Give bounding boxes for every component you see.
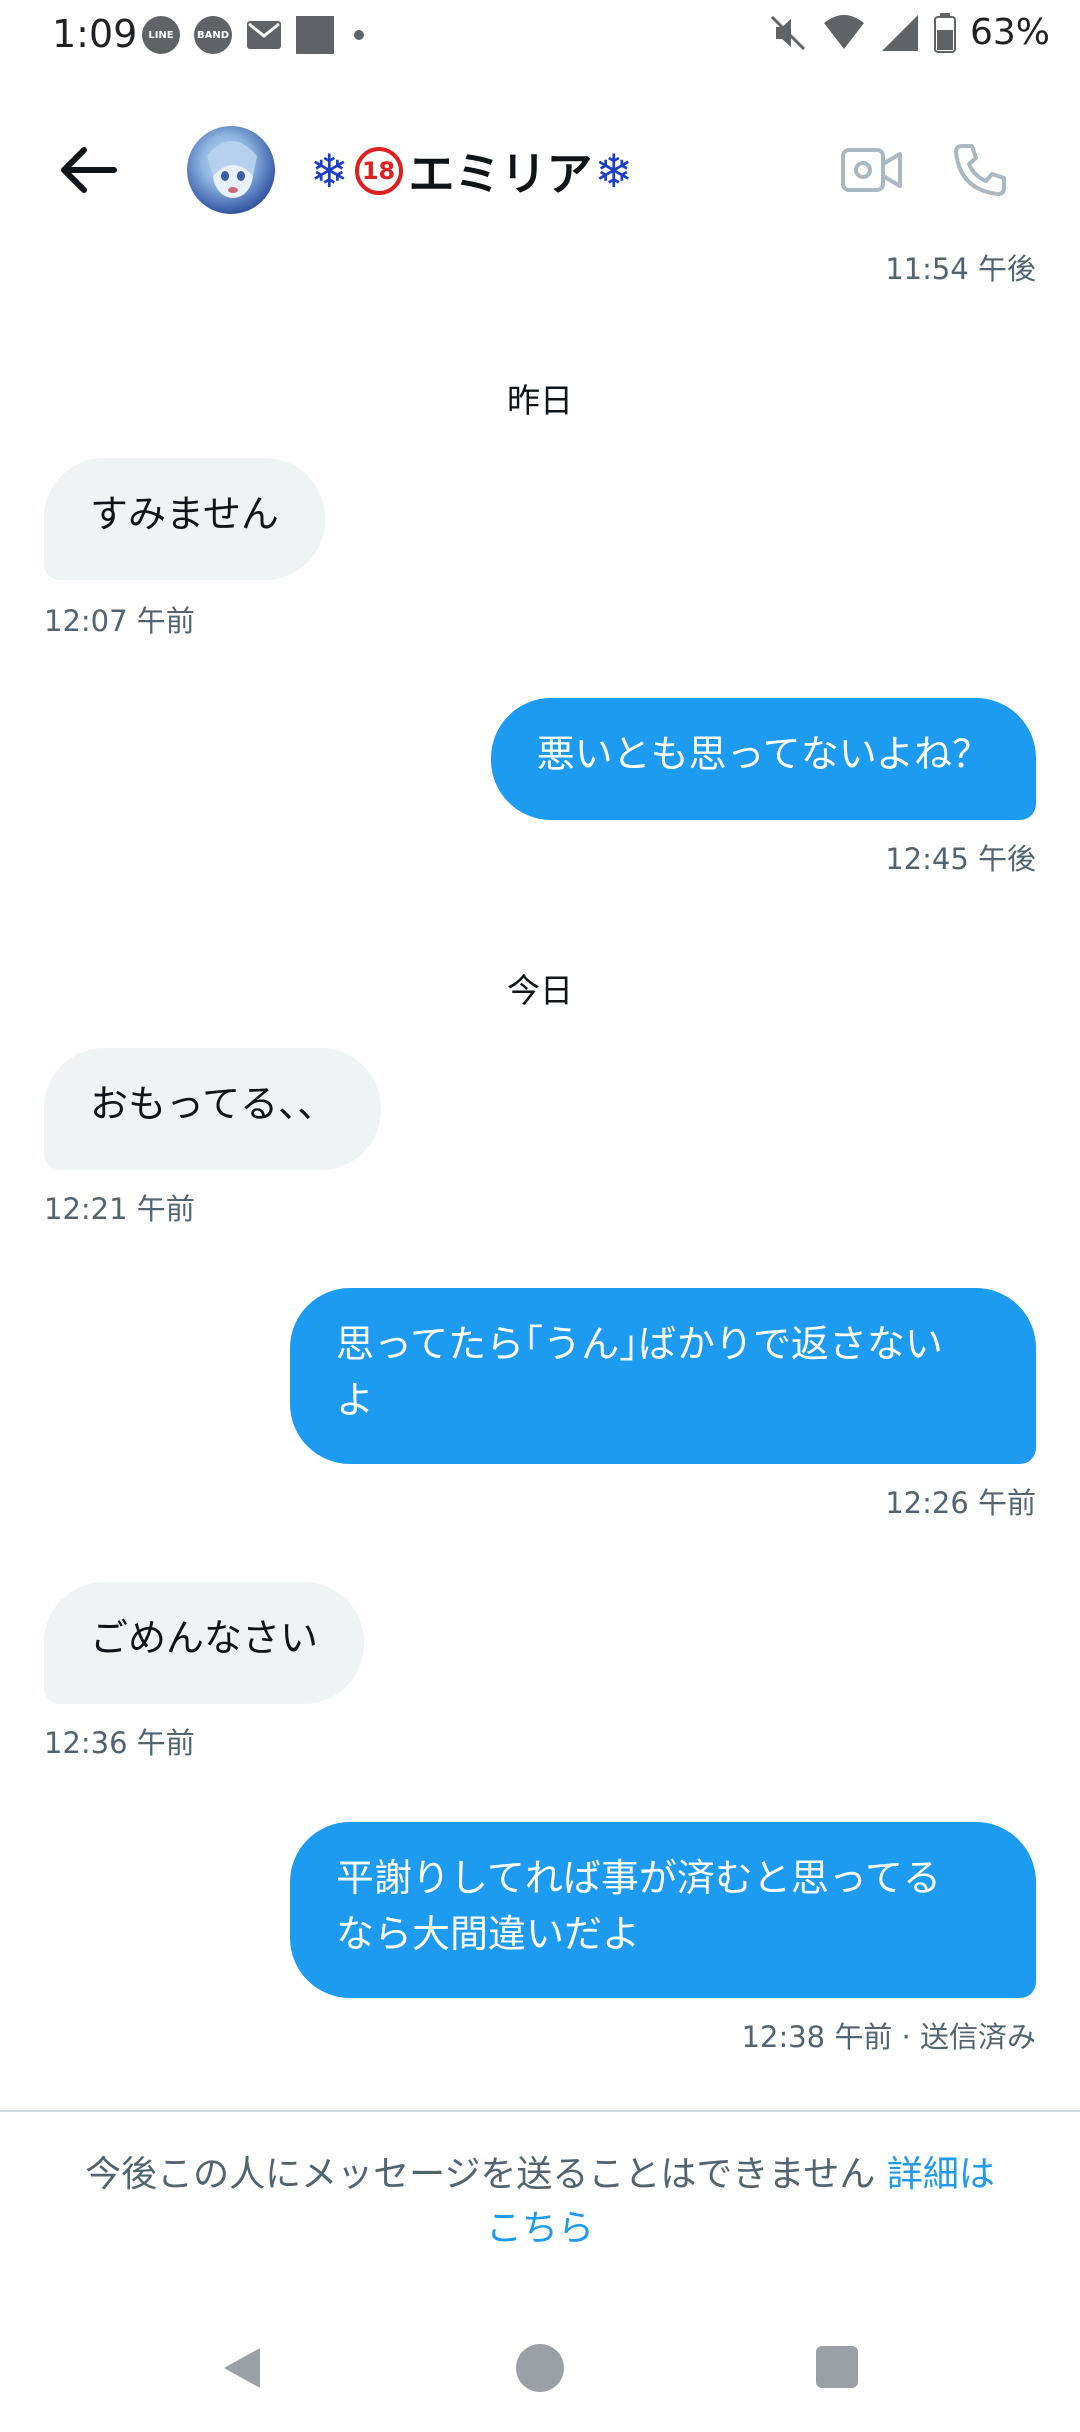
display-name: エミリア: [408, 147, 593, 201]
avatar-image: [207, 141, 257, 198]
day-separator: 今日: [507, 971, 573, 1010]
message-timestamp: 12:38 午前 · 送信済み: [741, 2020, 1036, 2054]
message-text-line: よ: [336, 1378, 375, 1422]
mute-icon: [770, 15, 806, 50]
video-call-icon[interactable]: [840, 142, 904, 198]
dm-conversation-screen: 1:09 LINE BAND 63% ❄ 18 エミリア ❄ 11:54 午後 …: [0, 0, 1080, 2432]
message-timestamp: 11:54 午後: [885, 252, 1036, 286]
message-timestamp: 12:45 午後: [885, 842, 1036, 876]
signal-icon: [881, 14, 918, 51]
notification-icons: LINE BAND: [142, 16, 364, 54]
incoming-message-bubble[interactable]: すみません: [44, 458, 325, 580]
avatar[interactable]: [187, 126, 275, 214]
message-text-line: 平謝りしてれば事が済むと思ってる: [336, 1856, 941, 1900]
system-nav-bar: [0, 2300, 1080, 2432]
status-time: 1:09: [52, 12, 138, 56]
incoming-message-bubble[interactable]: ごめんなさい: [44, 1582, 365, 1704]
incoming-message-bubble[interactable]: おもってる、、: [44, 1048, 382, 1170]
dot-icon: [354, 30, 364, 40]
band-app-icon: BAND: [194, 16, 232, 54]
wifi-icon: [823, 14, 864, 49]
day-separator: 昨日: [507, 381, 573, 420]
outgoing-message-bubble[interactable]: 悪いとも思ってないよね？: [490, 698, 1036, 820]
nav-home-icon[interactable]: [516, 2344, 564, 2392]
nav-back-icon[interactable]: [220, 2344, 264, 2392]
snowflake-icon: ❄: [594, 144, 634, 198]
message-timestamp: 12:36 午前: [44, 1726, 195, 1760]
message-text-line: なら大間違いだよ: [336, 1912, 641, 1956]
message-timestamp: 12:21 午前: [44, 1192, 195, 1226]
battery-icon: [933, 12, 956, 53]
outgoing-message-bubble[interactable]: 思ってたら｢うん｣ばかりで返さない よ: [290, 1288, 1036, 1464]
message-text: すみません: [90, 492, 279, 536]
phone-call-icon[interactable]: [950, 140, 1010, 200]
nav-recents-icon[interactable]: [816, 2346, 858, 2388]
notice-text: 今後この人にメッセージを送ることはできません: [85, 2154, 887, 2195]
line-app-icon: LINE: [142, 16, 180, 54]
message-text-line: 思ってたら｢うん｣ばかりで返さない: [336, 1322, 943, 1366]
mail-icon: [247, 21, 281, 49]
message-text: ごめんなさい: [90, 1616, 319, 1660]
status-bar: 1:09 LINE BAND 63%: [0, 0, 1080, 76]
age-18-badge: 18: [354, 147, 403, 195]
cannot-message-notice: 今後この人にメッセージを送ることはできません 詳細は こちら: [40, 2148, 1040, 2256]
outgoing-message-bubble[interactable]: 平謝りしてれば事が済むと思ってる なら大間違いだよ: [290, 1822, 1036, 1998]
message-text: おもってる、、: [90, 1082, 336, 1126]
conversation-header: ❄ 18 エミリア ❄: [0, 110, 1080, 230]
back-arrow-icon[interactable]: [54, 140, 124, 200]
battery-percent: 63%: [969, 12, 1050, 53]
message-timestamp: 12:26 午前: [885, 1486, 1036, 1520]
system-status-icons: 63%: [768, 12, 1050, 53]
divider: [0, 2110, 1080, 2112]
message-text: 悪いとも思ってないよね？: [536, 732, 990, 776]
snowflake-icon: ❄: [310, 144, 349, 198]
message-timestamp: 12:07 午前: [44, 604, 195, 638]
conversation-title[interactable]: ❄ 18 エミリア ❄: [310, 138, 633, 204]
image-icon: [296, 16, 334, 54]
